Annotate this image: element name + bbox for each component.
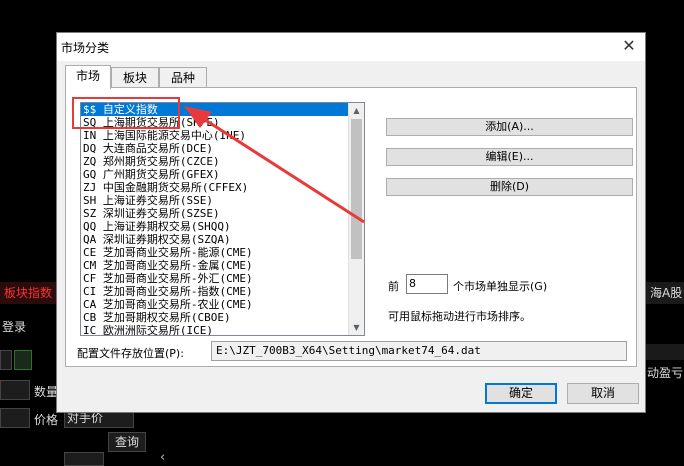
annotation-arrow-icon xyxy=(184,106,365,224)
